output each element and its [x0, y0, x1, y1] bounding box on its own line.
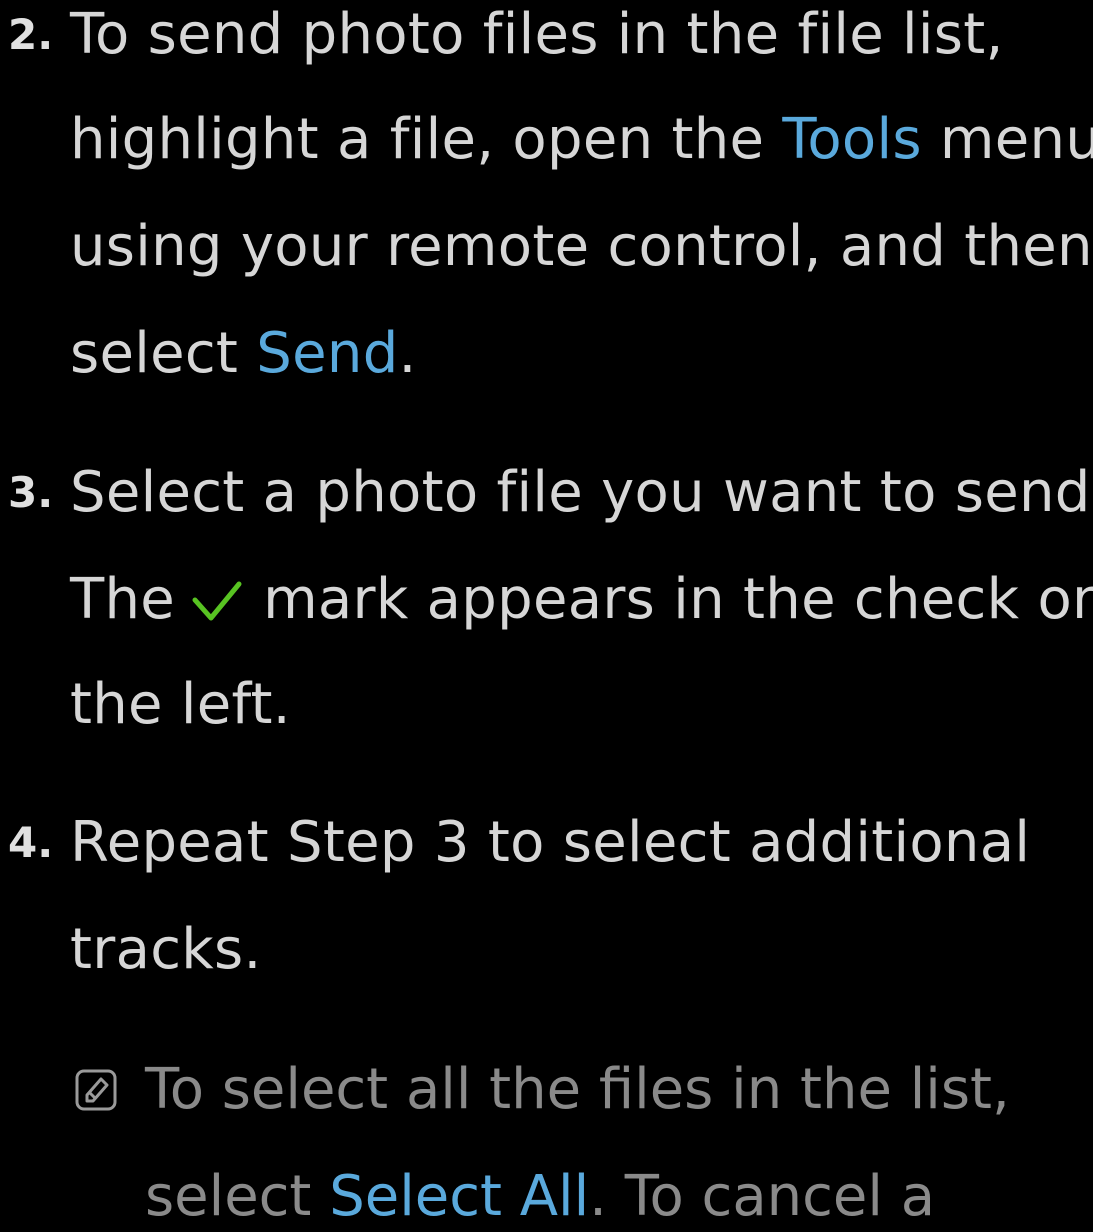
note-text: To select all the files in the list,	[145, 1057, 1010, 1122]
step-text: menu	[921, 107, 1093, 172]
step-text: select	[70, 321, 257, 386]
note-text: . To cancel a	[589, 1164, 936, 1229]
step-text: .	[398, 321, 417, 386]
note-icon	[75, 1069, 117, 1111]
step-number: 3.	[8, 468, 54, 517]
tools-menu-label: Tools	[782, 107, 922, 172]
step-number: 4.	[8, 818, 54, 867]
step-text: tracks.	[70, 917, 262, 982]
step-text: Repeat Step 3 to select additional	[70, 810, 1031, 875]
step-text-line: The mark appears in the check on	[70, 565, 1093, 635]
step-text: using your remote control, and then	[70, 214, 1093, 279]
step-text-line: To send photo files in the file list,	[70, 0, 1004, 70]
step-text-line: using your remote control, and then	[70, 212, 1093, 282]
step-text-line: the left.	[70, 670, 291, 740]
step-text-line: Select a photo file you want to send.	[70, 458, 1093, 528]
step-number: 2.	[8, 10, 54, 59]
step-text-line: tracks.	[70, 915, 262, 985]
note-text: select	[145, 1164, 330, 1229]
step-text: Select a photo file you want to send.	[70, 460, 1093, 525]
step-text: mark appears in the check on	[263, 567, 1093, 632]
select-all-option-label: Select All	[329, 1164, 590, 1229]
step-text: the left.	[70, 672, 291, 737]
step-text: To send photo files in the file list,	[70, 2, 1004, 67]
checkmark-icon	[192, 581, 242, 621]
step-text: The	[70, 567, 176, 632]
send-option-label: Send	[256, 321, 399, 386]
note-text-line: select Select All. To cancel a	[145, 1162, 935, 1232]
step-text-line: Repeat Step 3 to select additional	[70, 808, 1030, 878]
step-text-line: select Send.	[70, 319, 417, 389]
note-text-line: To select all the files in the list,	[145, 1055, 1010, 1125]
step-text: highlight a file, open the	[70, 107, 783, 172]
step-text-line: highlight a file, open the Tools menu	[70, 105, 1093, 175]
